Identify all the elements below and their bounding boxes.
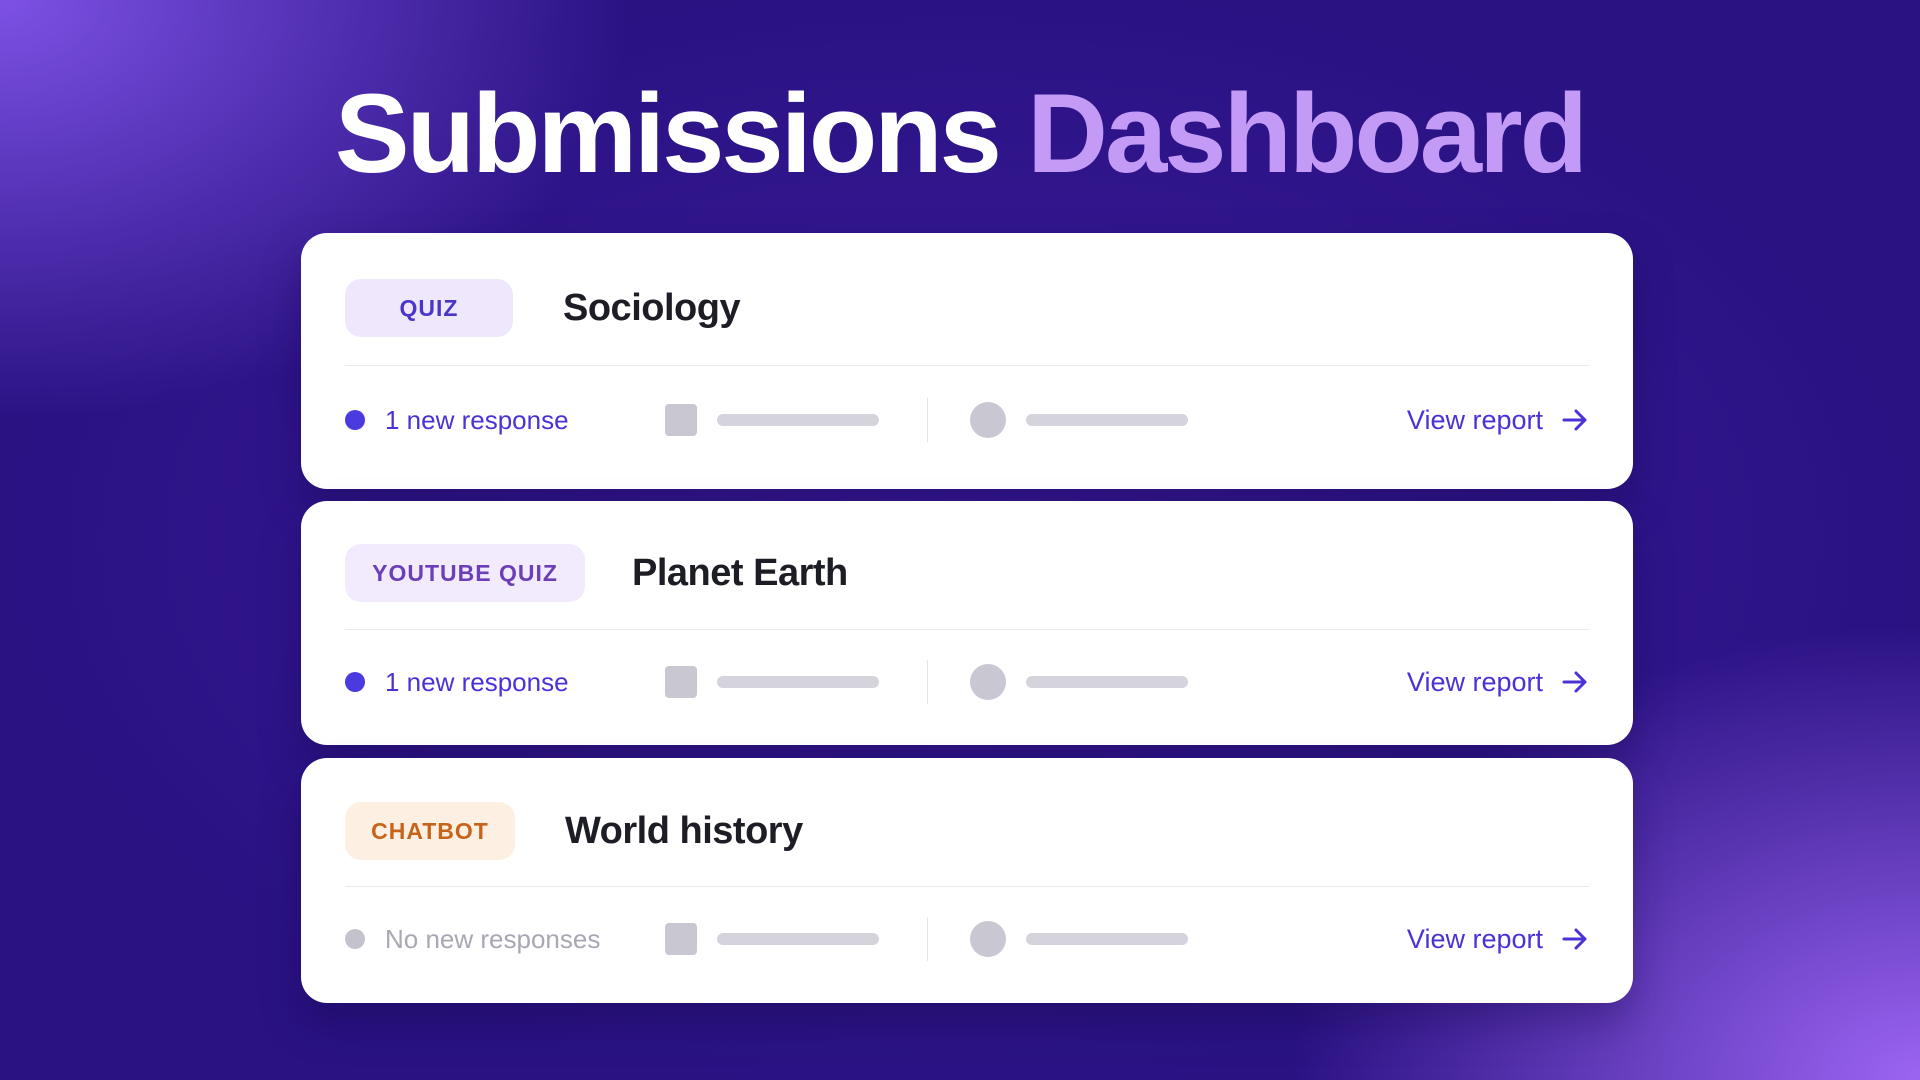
- submission-card-sociology: QUIZ Sociology 1 new response View repor…: [301, 233, 1633, 489]
- status-dot-icon: [345, 410, 365, 430]
- status-dot-icon: [345, 672, 365, 692]
- response-status: No new responses: [345, 924, 665, 955]
- view-report-label: View report: [1406, 923, 1543, 954]
- placeholder-group: [970, 402, 1188, 438]
- vertical-separator: [927, 917, 928, 961]
- placeholder-group: [665, 404, 879, 436]
- submission-card-planet-earth: YOUTUBE QUIZ Planet Earth 1 new response…: [301, 501, 1633, 745]
- type-badge: QUIZ: [345, 279, 513, 337]
- placeholder-avatar-icon: [970, 402, 1006, 438]
- vertical-separator: [927, 398, 928, 442]
- card-header: CHATBOT World history: [345, 802, 1589, 860]
- view-report-link[interactable]: View report: [1407, 667, 1589, 698]
- page-title-highlight: Dashboard: [1027, 71, 1588, 196]
- arrow-right-icon: [1562, 671, 1587, 693]
- type-badge: YOUTUBE QUIZ: [345, 544, 585, 602]
- card-title: World history: [565, 809, 803, 852]
- placeholder-group: [665, 666, 879, 698]
- status-text: 1 new response: [385, 666, 569, 697]
- card-footer: 1 new response View report: [345, 395, 1589, 445]
- dashboard-page: Submissions Dashboard QUIZ Sociology 1 n…: [0, 0, 1920, 1080]
- placeholder-avatar-icon: [970, 664, 1006, 700]
- card-divider: [345, 886, 1589, 887]
- card-divider: [345, 365, 1589, 366]
- card-title: Sociology: [563, 286, 741, 329]
- status-text: No new responses: [385, 923, 601, 954]
- placeholder-group: [970, 664, 1188, 700]
- status-text: 1 new response: [385, 404, 569, 435]
- type-badge: CHATBOT: [345, 802, 515, 860]
- card-footer: 1 new response View report: [345, 657, 1589, 707]
- placeholder-line: [1026, 676, 1188, 688]
- status-dot-icon: [345, 929, 365, 949]
- placeholder-square-icon: [665, 923, 697, 955]
- submission-card-world-history: CHATBOT World history No new responses V…: [301, 758, 1633, 1003]
- page-title-primary: Submissions: [334, 71, 1002, 196]
- placeholder-square-icon: [665, 404, 697, 436]
- response-status: 1 new response: [345, 667, 665, 698]
- view-report-label: View report: [1406, 404, 1543, 435]
- placeholder-line: [717, 676, 879, 688]
- placeholder-group: [970, 921, 1188, 957]
- placeholder-square-icon: [665, 666, 697, 698]
- card-divider: [345, 629, 1589, 630]
- page-title: Submissions Dashboard: [0, 70, 1920, 199]
- arrow-right-icon: [1562, 928, 1587, 950]
- placeholder-line: [717, 933, 879, 945]
- view-report-link[interactable]: View report: [1407, 924, 1589, 955]
- placeholder-line: [717, 414, 879, 426]
- view-report-link[interactable]: View report: [1407, 405, 1589, 436]
- card-header: YOUTUBE QUIZ Planet Earth: [345, 544, 1589, 602]
- placeholder-line: [1026, 933, 1188, 945]
- card-header: QUIZ Sociology: [345, 279, 1589, 337]
- card-title: Planet Earth: [632, 551, 848, 594]
- card-footer: No new responses View report: [345, 914, 1589, 964]
- response-status: 1 new response: [345, 405, 665, 436]
- arrow-right-icon: [1562, 409, 1587, 431]
- view-report-label: View report: [1406, 666, 1543, 697]
- placeholder-line: [1026, 414, 1188, 426]
- placeholder-avatar-icon: [970, 921, 1006, 957]
- placeholder-group: [665, 923, 879, 955]
- vertical-separator: [927, 660, 928, 704]
